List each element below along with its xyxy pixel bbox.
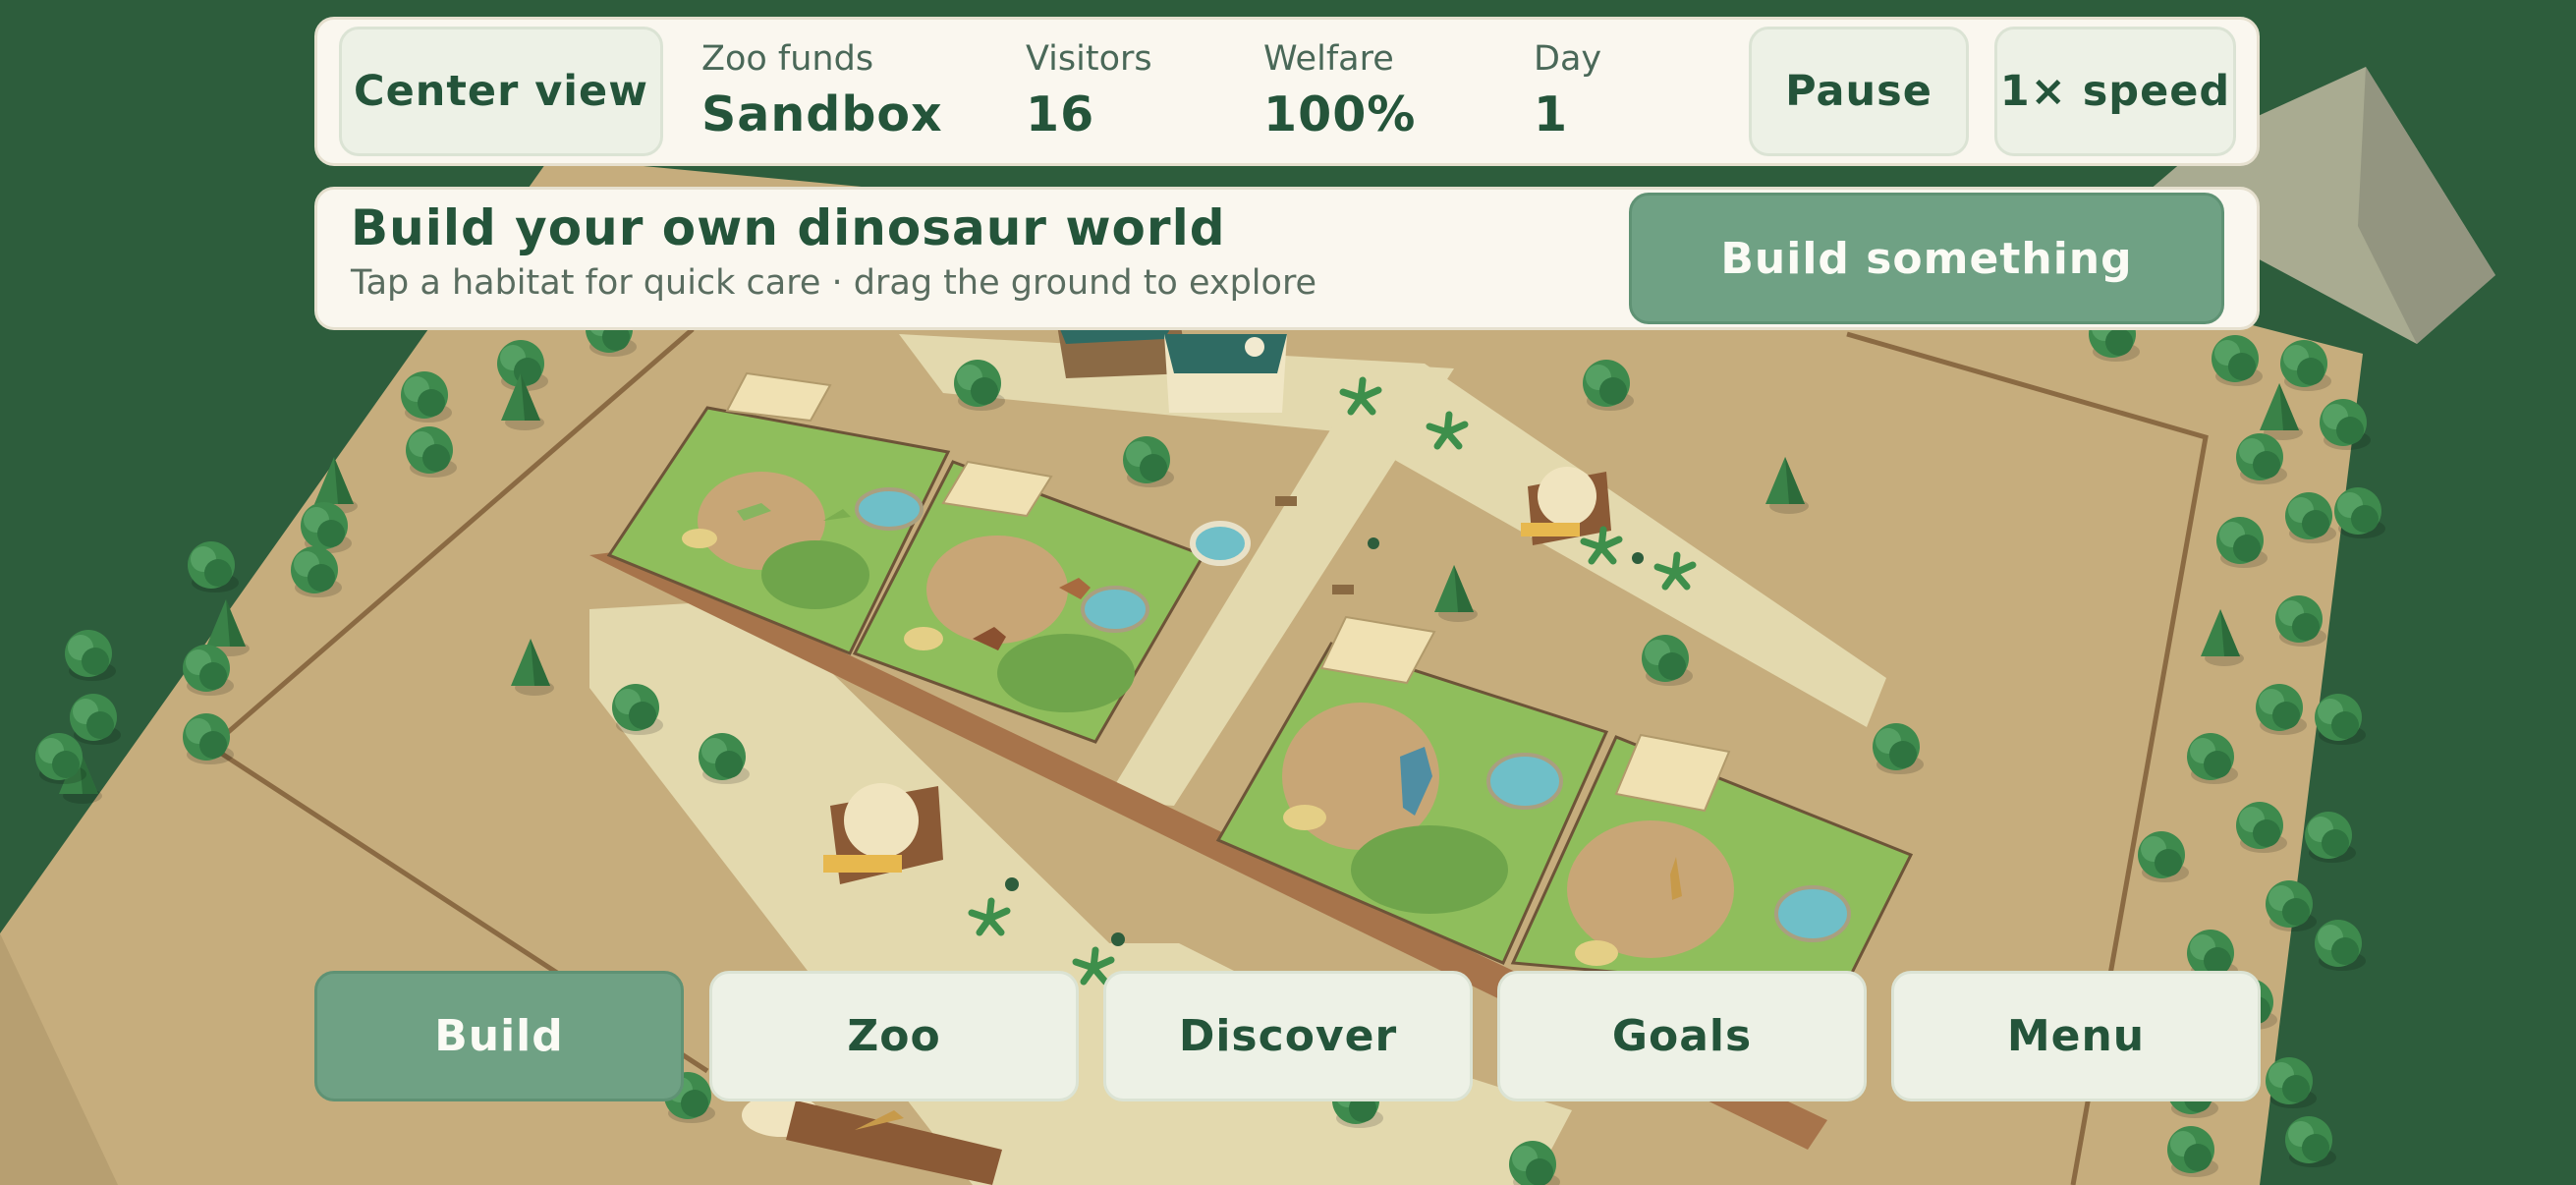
- stat-value: 16: [1026, 86, 1095, 142]
- stat-value: 1: [1534, 86, 1569, 142]
- stat-visitors: Visitors 16: [1026, 35, 1152, 147]
- speed-button[interactable]: 1× speed: [1994, 27, 2236, 156]
- pause-button[interactable]: Pause: [1749, 27, 1969, 156]
- center-view-button[interactable]: Center view: [339, 27, 663, 156]
- stat-value: Sandbox: [701, 86, 943, 142]
- stat-label: Visitors: [1026, 39, 1152, 79]
- stat-day: Day 1: [1534, 35, 1601, 147]
- stat-zoo-funds: Zoo funds Sandbox: [701, 35, 943, 147]
- stat-label: Welfare: [1263, 39, 1394, 79]
- stat-welfare: Welfare 100%: [1263, 35, 1416, 147]
- fountain: [1190, 521, 1251, 566]
- building-roof: [1164, 334, 1287, 373]
- nav-build-button[interactable]: Build: [314, 971, 684, 1101]
- nav-goals-button[interactable]: Goals: [1497, 971, 1867, 1101]
- nav-menu-button[interactable]: Menu: [1891, 971, 2261, 1101]
- banner-title: Build your own dinosaur world: [351, 199, 1226, 256]
- banner-subtitle: Tap a habitat for quick care · drag the …: [351, 263, 1317, 303]
- build-something-button[interactable]: Build something: [1629, 193, 2224, 324]
- nav-discover-button[interactable]: Discover: [1103, 971, 1473, 1101]
- stat-value: 100%: [1263, 86, 1417, 142]
- nav-zoo-button[interactable]: Zoo: [709, 971, 1079, 1101]
- stat-label: Day: [1534, 39, 1602, 79]
- stat-label: Zoo funds: [701, 39, 874, 79]
